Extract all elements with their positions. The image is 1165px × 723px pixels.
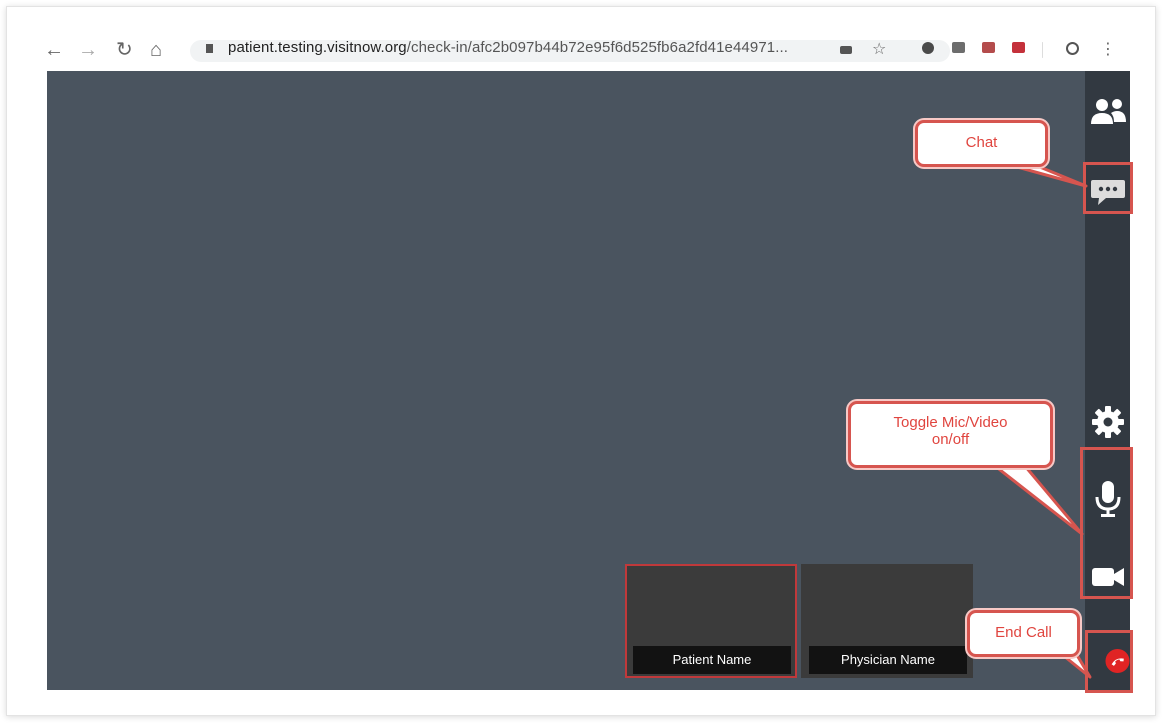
extension-icon-4[interactable]	[1012, 42, 1025, 53]
bookmark-star-icon[interactable]: ☆	[872, 40, 886, 60]
address-bar[interactable]: patient.testing.visitnow.org/check-in/af…	[190, 40, 950, 62]
forward-icon[interactable]: →	[78, 40, 98, 60]
url-path: /check-in/afc2b097b44b72e95f6d525fb6a2fd…	[406, 40, 789, 56]
physician-video-tile[interactable]: Physician Name	[801, 564, 973, 678]
address-text: patient.testing.visitnow.org/check-in/af…	[228, 40, 788, 56]
physician-name-label: Physician Name	[809, 646, 967, 674]
end-call-callout-text: End Call	[995, 624, 1052, 641]
settings-icon	[1091, 406, 1124, 438]
extension-icon-2[interactable]	[952, 42, 965, 53]
toolbar-divider	[1042, 42, 1043, 58]
profile-icon[interactable]	[1066, 42, 1079, 55]
end-call-highlight-box	[1085, 630, 1133, 693]
browser-toolbar: ← → ↻ ⌂ patient.testing.visitnow.org/che…	[40, 40, 1140, 70]
participants-icon	[1090, 99, 1126, 124]
reload-icon[interactable]: ↻	[116, 40, 133, 60]
extension-icon-1[interactable]	[922, 42, 934, 54]
chat-callout-text: Chat	[965, 134, 998, 151]
chat-callout: Chat	[915, 120, 1048, 167]
toggle-callout-line-1: Toggle Mic/Video	[893, 414, 1008, 431]
end-call-callout: End Call	[967, 610, 1080, 657]
cast-icon[interactable]	[840, 46, 852, 54]
chat-highlight-box	[1083, 162, 1133, 214]
menu-dots-icon[interactable]: ⋮	[1100, 40, 1116, 60]
participants-button[interactable]	[1085, 91, 1130, 131]
lock-icon	[206, 44, 213, 53]
url-domain: patient.testing.visitnow.org	[228, 40, 407, 56]
screenshot-page: ← → ↻ ⌂ patient.testing.visitnow.org/che…	[0, 0, 1165, 723]
mic-video-highlight-box	[1080, 447, 1133, 599]
toggle-mic-video-callout: Toggle Mic/Video on/off	[848, 401, 1053, 468]
settings-button[interactable]	[1085, 399, 1130, 445]
extension-icon-3[interactable]	[982, 42, 995, 53]
patient-video-tile[interactable]: Patient Name	[625, 564, 797, 678]
toggle-callout-line-2: on/off	[931, 431, 970, 448]
back-icon[interactable]: ←	[44, 40, 64, 60]
home-icon[interactable]: ⌂	[150, 40, 162, 60]
patient-name-label: Patient Name	[633, 646, 791, 674]
